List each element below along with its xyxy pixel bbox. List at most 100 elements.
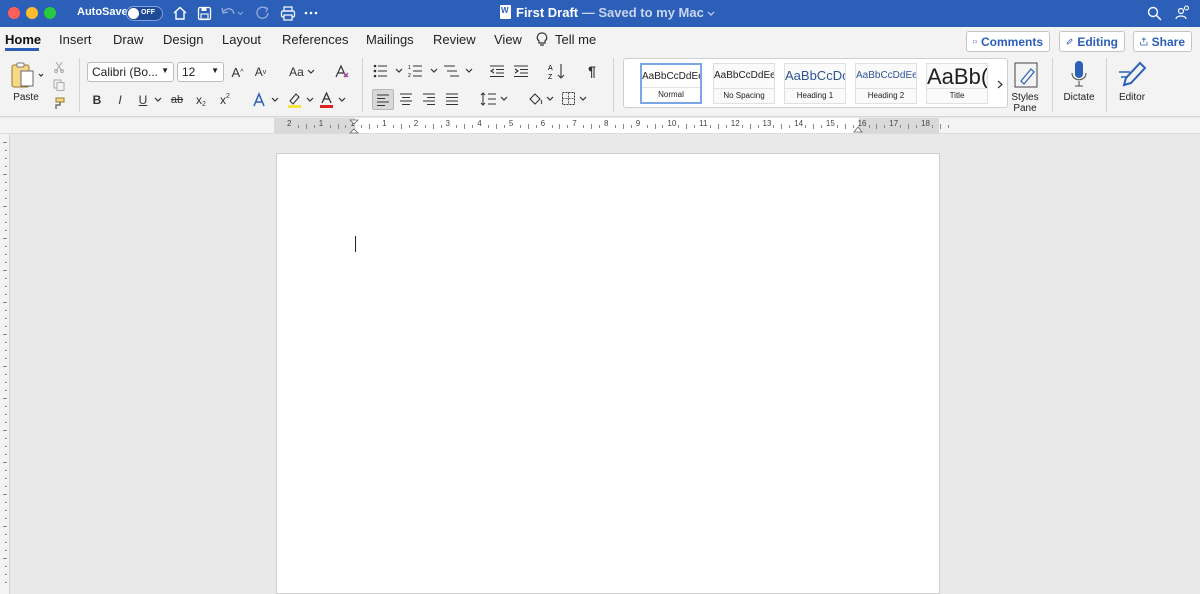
- chevron-right-icon[interactable]: [994, 77, 1006, 91]
- close-window-button[interactable]: [8, 7, 20, 19]
- ruler-tick: [591, 123, 593, 129]
- tab-design[interactable]: Design: [163, 32, 203, 47]
- shrink-font-button[interactable]: Av: [252, 63, 269, 81]
- ruler-number: 11: [699, 119, 708, 128]
- font-size-value: 12: [182, 65, 196, 79]
- styles-pane-icon[interactable]: [1012, 60, 1040, 90]
- underline-button[interactable]: U: [135, 91, 151, 109]
- ruler-tick: [408, 124, 410, 128]
- style-heading-2[interactable]: AaBbCcDdEe Heading 2: [855, 63, 917, 104]
- maximize-window-button[interactable]: [44, 7, 56, 19]
- strikethrough-button[interactable]: ab: [168, 91, 186, 109]
- minimize-window-button[interactable]: [26, 7, 38, 19]
- style-no-spacing[interactable]: AaBbCcDdEe No Spacing: [713, 63, 775, 104]
- text-effects-button[interactable]: [251, 90, 281, 110]
- numbered-list-icon: 12: [408, 65, 438, 78]
- print-icon[interactable]: [279, 3, 297, 23]
- tab-layout[interactable]: Layout: [222, 32, 261, 47]
- microphone-icon[interactable]: [1066, 58, 1092, 90]
- multilevel-list-button[interactable]: [442, 62, 474, 80]
- ruler-tick: [472, 124, 474, 128]
- chevron-down-icon: ▼: [211, 66, 219, 75]
- tab-mailings[interactable]: Mailings: [366, 32, 414, 47]
- more-options-icon[interactable]: [303, 3, 319, 23]
- home-icon[interactable]: [171, 3, 189, 23]
- numbering-button[interactable]: 12: [407, 62, 439, 80]
- copy-icon[interactable]: [52, 78, 66, 92]
- ruler-number: 12: [730, 119, 740, 128]
- cut-icon[interactable]: [52, 60, 66, 74]
- subscript-button[interactable]: x2: [193, 91, 209, 109]
- document-title[interactable]: First Draft — Saved to my Mac: [516, 5, 715, 20]
- style-normal[interactable]: AaBbCcDdEe Normal: [640, 63, 702, 104]
- right-indent-marker-icon[interactable]: [853, 124, 863, 134]
- bullets-button[interactable]: [372, 62, 404, 80]
- sort-icon[interactable]: AZ: [547, 61, 567, 81]
- italic-button[interactable]: I: [112, 91, 128, 109]
- style-title[interactable]: AaBb( Title: [926, 63, 988, 104]
- font-name-select[interactable]: Calibri (Bo... ▼: [87, 62, 174, 82]
- tab-review[interactable]: Review: [433, 32, 476, 47]
- ruler-tick: [5, 166, 7, 167]
- shading-button[interactable]: [527, 90, 557, 108]
- share-button[interactable]: Share: [1133, 31, 1192, 52]
- ruler-tick: [789, 124, 791, 128]
- editing-button[interactable]: Editing: [1059, 31, 1125, 52]
- show-formatting-marks-icon[interactable]: ¶: [584, 62, 600, 80]
- ruler-tick: [5, 254, 7, 255]
- title-bar: AutoSave OFF First Draft — Saved to my M…: [0, 0, 1200, 27]
- document-page[interactable]: [276, 153, 940, 594]
- ruler-tick: [3, 494, 7, 495]
- align-center-icon[interactable]: [398, 90, 414, 108]
- highlight-color-button[interactable]: [286, 90, 316, 110]
- ruler-tick: [820, 124, 822, 128]
- justify-icon[interactable]: [444, 90, 460, 108]
- indent-marker-icon[interactable]: [348, 119, 360, 135]
- align-right-icon[interactable]: [421, 90, 437, 108]
- ruler-tick: [535, 124, 537, 128]
- save-icon[interactable]: [195, 3, 213, 23]
- decrease-indent-icon[interactable]: [488, 62, 506, 80]
- style-heading-1[interactable]: AaBbCcDc Heading 1: [784, 63, 846, 104]
- ruler-tick: [297, 124, 299, 128]
- ruler-tick: [947, 124, 949, 128]
- paste-button[interactable]: [9, 60, 47, 90]
- font-size-select[interactable]: 12 ▼: [177, 62, 224, 82]
- comments-button[interactable]: Comments: [966, 31, 1050, 52]
- borders-button[interactable]: [560, 90, 590, 108]
- share-icon: [1140, 37, 1148, 46]
- increase-indent-icon[interactable]: [512, 62, 530, 80]
- chevron-down-icon[interactable]: [153, 95, 163, 105]
- grow-font-button[interactable]: A ^: [229, 63, 246, 81]
- font-name-value: Calibri (Bo...: [92, 65, 159, 79]
- line-spacing-button[interactable]: [479, 90, 511, 108]
- format-painter-icon[interactable]: [52, 96, 66, 110]
- ruler-number: 14: [794, 119, 804, 128]
- ruler-tick: [5, 550, 7, 551]
- tab-home[interactable]: Home: [5, 32, 41, 47]
- ruler-number: 8: [604, 119, 609, 128]
- autosave-toggle[interactable]: OFF: [126, 6, 163, 21]
- ruler-tick: [5, 470, 7, 471]
- change-case-button[interactable]: Aa: [286, 63, 318, 81]
- tab-draw[interactable]: Draw: [113, 32, 143, 47]
- search-icon[interactable]: [1145, 3, 1163, 23]
- tab-references[interactable]: References: [282, 32, 348, 47]
- undo-icon[interactable]: [219, 3, 245, 23]
- clear-formatting-icon[interactable]: [333, 62, 351, 80]
- share-person-icon[interactable]: [1172, 3, 1192, 23]
- bold-button[interactable]: B: [89, 91, 105, 109]
- align-left-button[interactable]: [372, 89, 394, 110]
- ruler-tick: [313, 124, 315, 128]
- svg-text:A: A: [548, 65, 553, 72]
- style-name: Title: [927, 88, 987, 100]
- font-color-button[interactable]: [318, 90, 348, 110]
- tab-view[interactable]: View: [494, 32, 522, 47]
- ruler-number: 2: [413, 119, 419, 128]
- style-name: Heading 1: [785, 88, 845, 100]
- editor-icon[interactable]: [1115, 58, 1149, 90]
- superscript-button[interactable]: x2: [217, 91, 233, 109]
- tell-me-search[interactable]: Tell me: [555, 32, 596, 47]
- redo-icon[interactable]: [254, 3, 272, 23]
- tab-insert[interactable]: Insert: [59, 32, 92, 47]
